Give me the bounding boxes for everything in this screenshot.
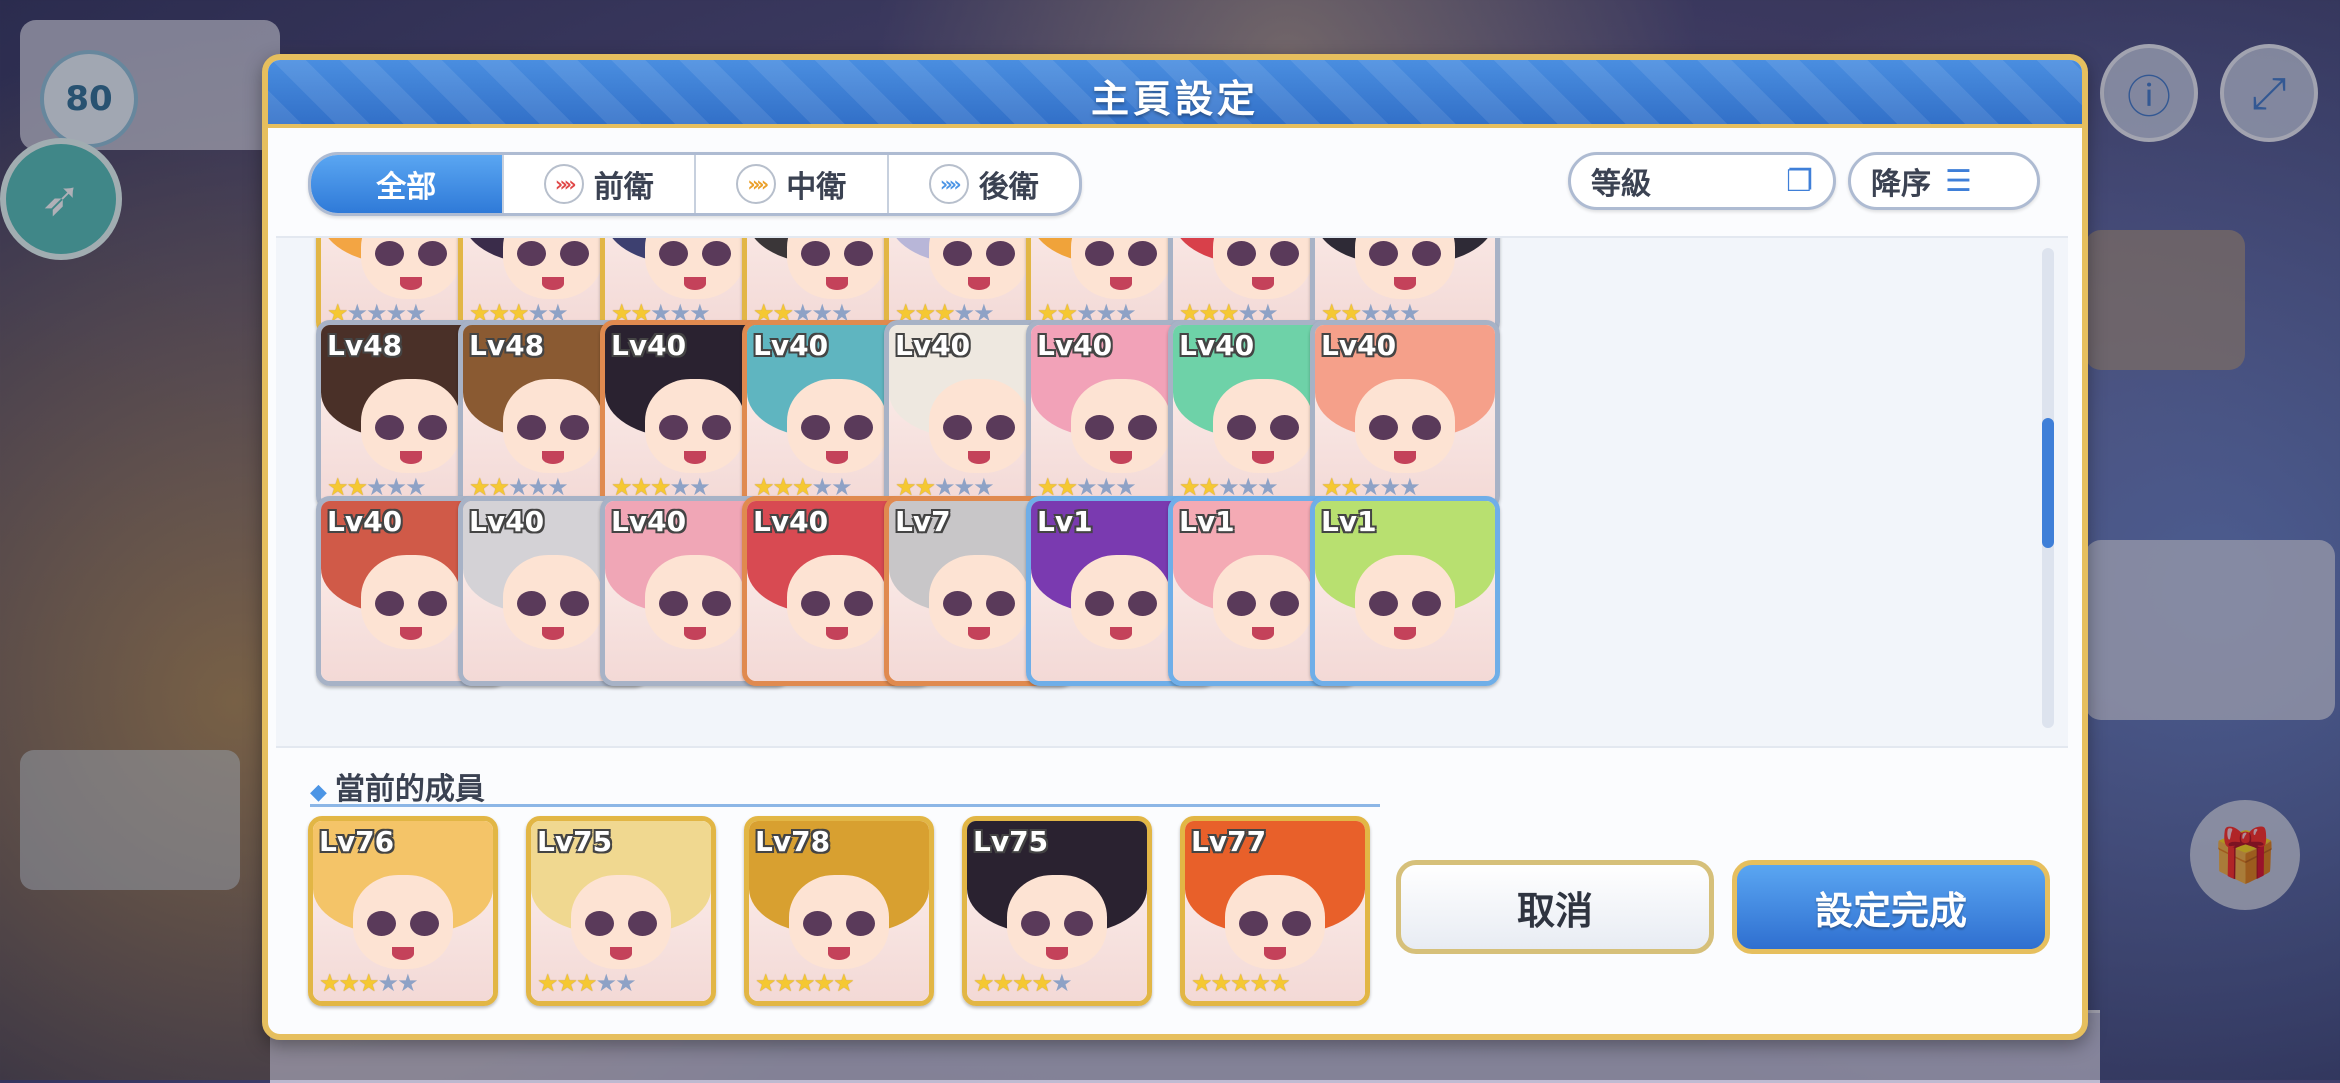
cancel-button[interactable]: 取消 [1396, 860, 1714, 954]
character-level: Lv40 [469, 505, 545, 538]
member-card[interactable]: Lv75 ★★★★★ [526, 816, 716, 1006]
tab-back[interactable]: »» 後衛 [886, 155, 1080, 213]
star-icon: ★ [556, 969, 578, 997]
member-card[interactable]: Lv77 ★★★★★ [1180, 816, 1370, 1006]
sort-field-label: 等級 [1591, 167, 1651, 202]
star-icon: ★ [1269, 969, 1290, 997]
star-icon: ★ [755, 969, 776, 997]
copy-icon: ❐ [1786, 163, 1813, 199]
tab-middle[interactable]: »» 中衛 [694, 155, 887, 213]
role-filter-tabs: 全部 »» 前衛 »» 中衛 »» 後衛 [308, 152, 1082, 216]
star-icon: ★ [1051, 969, 1072, 997]
star-icon: ★ [1230, 969, 1251, 997]
character-level: Lv40 [327, 505, 403, 538]
character-level: Lv40 [753, 329, 829, 362]
star-rating: ★★★★★ [319, 969, 419, 997]
star-icon: ★ [1031, 969, 1053, 997]
tab-front[interactable]: »» 前衛 [501, 155, 695, 213]
member-card[interactable]: Lv76 ★★★★★ [308, 816, 498, 1006]
star-icon: ★ [1249, 969, 1271, 997]
star-icon: ★ [397, 969, 418, 997]
member-card[interactable]: Lv75 ★★★★★ [962, 816, 1152, 1006]
star-icon: ★ [615, 969, 636, 997]
tab-label: 中衛 [786, 170, 847, 205]
character-level: Lv40 [753, 505, 829, 538]
sort-field-button[interactable]: 等級 ❐ [1568, 152, 1836, 210]
sort-order-label: 降序 [1871, 167, 1931, 202]
star-icon: ★ [992, 969, 1014, 997]
members-divider [310, 804, 1380, 807]
star-icon: ★ [973, 969, 994, 997]
star-icon: ★ [1210, 969, 1232, 997]
character-level: Lv48 [327, 329, 403, 362]
character-level: Lv40 [895, 329, 971, 362]
character-level: Lv40 [611, 329, 687, 362]
character-level: Lv1 [1179, 505, 1235, 538]
dialog-title: 主頁設定 [1090, 77, 1259, 121]
tab-label: 全部 [376, 170, 437, 205]
star-icon: ★ [537, 969, 558, 997]
character-level: Lv1 [1037, 505, 1093, 538]
home-settings-dialog: 主頁設定 全部 »» 前衛 »» 中衛 »» 後衛 等級 ❐ 降序 ☰ ★★★★… [262, 54, 2088, 1040]
current-members-label: 當前的成員 [334, 772, 485, 807]
star-icon: ★ [319, 969, 340, 997]
current-members-heading: ◆ 當前的成員 [310, 764, 485, 808]
middle-role-icon: »» [736, 164, 777, 204]
character-card[interactable]: Lv40 ★★★★★ [1310, 320, 1500, 510]
star-icon: ★ [1012, 969, 1033, 997]
star-rating: ★★★★★ [537, 969, 637, 997]
character-level: Lv1 [1321, 505, 1377, 538]
star-icon: ★ [358, 969, 379, 997]
scrollbar-thumb[interactable] [2042, 418, 2054, 548]
star-icon: ★ [595, 969, 617, 997]
sort-descending-icon: ☰ [1945, 163, 1972, 199]
star-rating: ★★★★★ [755, 969, 855, 997]
confirm-button[interactable]: 設定完成 [1732, 860, 2050, 954]
star-rating: ★★★★★ [973, 969, 1073, 997]
character-level: Lv7 [895, 505, 951, 538]
member-card[interactable]: Lv78 ★★★★★ [744, 816, 934, 1006]
character-level: Lv40 [611, 505, 687, 538]
diamond-icon: ◆ [310, 780, 327, 805]
character-level: Lv78 [755, 825, 831, 858]
character-level: Lv40 [1037, 329, 1113, 362]
grid-scrollbar[interactable] [2042, 248, 2054, 728]
tab-label: 後衛 [978, 170, 1039, 205]
character-card[interactable]: Lv1 [1310, 496, 1500, 686]
character-level: Lv76 [319, 825, 395, 858]
star-icon: ★ [1191, 969, 1212, 997]
character-level: Lv40 [1179, 329, 1255, 362]
star-icon: ★ [794, 969, 815, 997]
star-icon: ★ [813, 969, 835, 997]
tab-all[interactable]: 全部 [311, 155, 502, 213]
star-icon: ★ [833, 969, 854, 997]
dialog-header: 主頁設定 [268, 60, 2082, 128]
star-icon: ★ [377, 969, 399, 997]
character-level: Lv75 [973, 825, 1049, 858]
star-icon: ★ [576, 969, 597, 997]
front-role-icon: »» [543, 164, 584, 204]
character-level: Lv75 [537, 825, 613, 858]
character-level: Lv48 [469, 329, 545, 362]
star-icon: ★ [338, 969, 360, 997]
character-grid[interactable]: ★★★★★ ★★★★★ ★★★★★ ★★★★★ ★★★★★ ★★★★★ ★★★★★ ★★★★★… [276, 236, 2068, 748]
tab-label: 前衛 [593, 170, 654, 205]
star-rating: ★★★★★ [1191, 969, 1291, 997]
character-level: Lv40 [1321, 329, 1397, 362]
character-level: Lv77 [1191, 825, 1267, 858]
back-role-icon: »» [928, 164, 969, 204]
star-icon: ★ [774, 969, 796, 997]
sort-order-button[interactable]: 降序 ☰ [1848, 152, 2040, 210]
